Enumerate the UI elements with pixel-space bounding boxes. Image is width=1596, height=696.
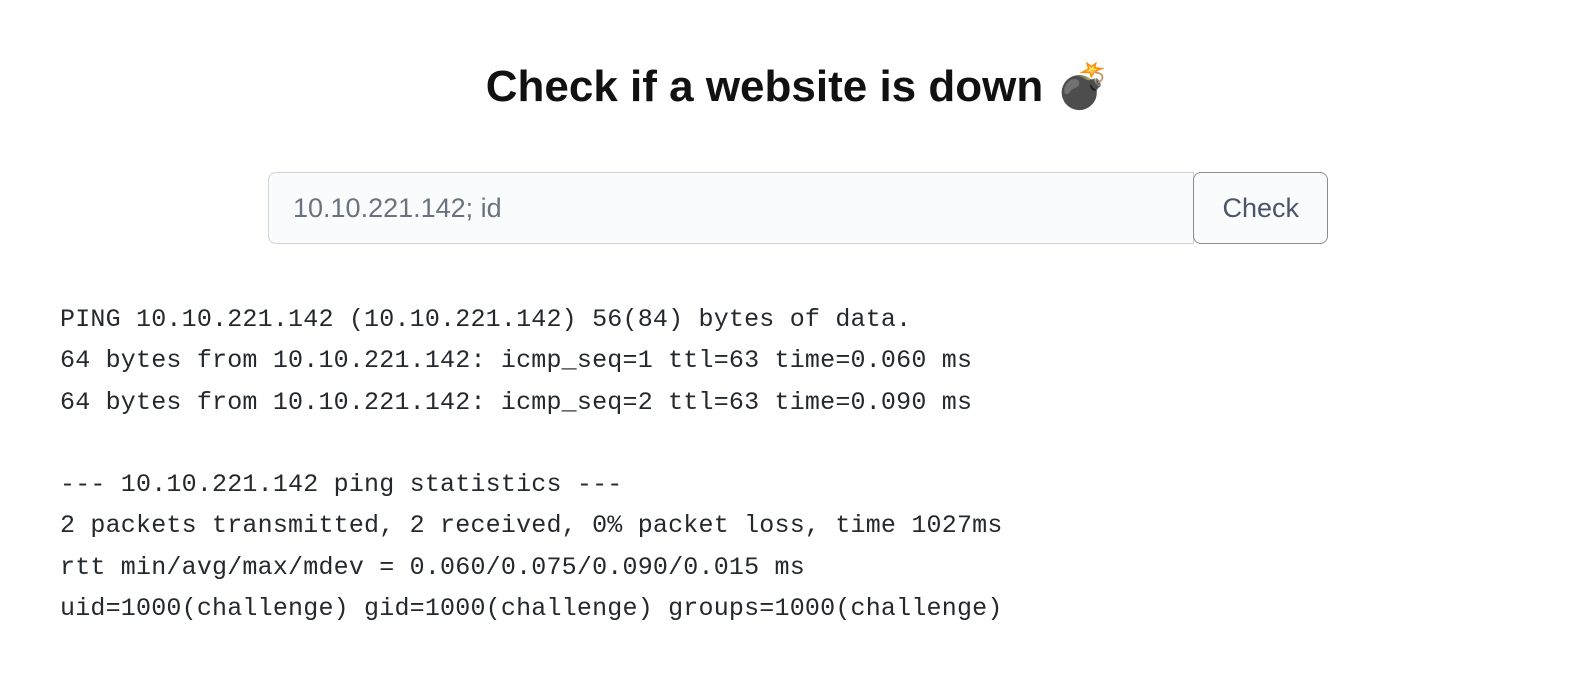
check-form: Check — [268, 172, 1328, 244]
address-input[interactable] — [268, 172, 1194, 244]
page-title: Check if a website is down 💣 — [60, 60, 1536, 112]
ping-output: PING 10.10.221.142 (10.10.221.142) 56(84… — [60, 299, 1536, 629]
check-button[interactable]: Check — [1193, 172, 1328, 244]
